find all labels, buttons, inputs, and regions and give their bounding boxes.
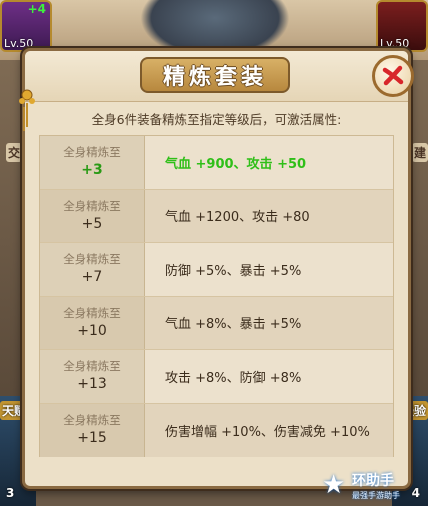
requirement-cell: 全身精炼至 +13 xyxy=(40,350,145,403)
requirement-level: +5 xyxy=(81,215,103,232)
dialog-title: 精炼套装 xyxy=(162,65,267,90)
close-icon xyxy=(382,65,404,86)
left-tab[interactable]: 交 xyxy=(6,143,23,162)
count-left: 3 xyxy=(6,486,15,500)
equipment-slot-left[interactable]: +4 Lv.50 xyxy=(0,0,52,52)
requirement-label: 全身精炼至 xyxy=(63,305,121,320)
requirement-label: 全身精炼至 xyxy=(63,145,121,160)
watermark-main: 环助手 xyxy=(352,472,394,489)
requirement-label: 全身精炼至 xyxy=(63,198,121,213)
bonus-effect: 气血 +8%、暴击 +5% xyxy=(165,317,302,333)
requirement-label: 全身精炼至 xyxy=(63,252,121,267)
bonus-effect: 防御 +5%、暴击 +5% xyxy=(165,263,302,279)
table-row: 全身精炼至 +10 气血 +8%、暴击 +5% xyxy=(40,296,393,350)
table-row: 全身精炼至 +15 伤害增幅 +10%、伤害减免 +10% xyxy=(40,403,393,457)
requirement-cell: 全身精炼至 +15 xyxy=(40,403,145,457)
table-row: 全身精炼至 +13 攻击 +8%、防御 +8% xyxy=(40,350,393,404)
title-plate: 精炼套装 xyxy=(140,57,290,93)
requirement-level: +13 xyxy=(77,376,107,393)
requirement-label: 全身精炼至 xyxy=(63,413,121,428)
bonus-effect: 气血 +1200、攻击 +80 xyxy=(165,210,310,226)
requirement-label: 全身精炼至 xyxy=(63,359,121,374)
requirement-level: +15 xyxy=(77,430,107,447)
bonus-effect: 攻击 +8%、防御 +8% xyxy=(165,370,302,386)
requirement-cell: 全身精炼至 +3 xyxy=(40,136,145,189)
dialog-description: 全身6件装备精炼至指定等级后，可激活属性: xyxy=(91,112,342,127)
slot-plus: +4 xyxy=(27,2,46,16)
requirement-cell: 全身精炼至 +7 xyxy=(40,243,145,296)
table-row: 全身精炼至 +7 防御 +5%、暴击 +5% xyxy=(40,243,393,297)
close-button[interactable] xyxy=(372,55,414,97)
requirement-cell: 全身精炼至 +10 xyxy=(40,296,145,349)
bonus-effect: 气血 +900、攻击 +50 xyxy=(165,156,307,172)
table-row: 全身精炼至 +3 气血 +900、攻击 +50 xyxy=(40,136,393,190)
table-row: 全身精炼至 +5 气血 +1200、攻击 +80 xyxy=(40,189,393,243)
requirement-level: +7 xyxy=(81,269,103,286)
star-logo-icon: ★ xyxy=(322,470,346,500)
refine-bonus-table: 全身精炼至 +3 气血 +900、攻击 +50 全身精炼至 +5 气血 +120… xyxy=(39,135,394,457)
refine-set-dialog: 精炼套装 全身6件装备精炼至指定等级后，可激活属性: 全身精炼至 +3 气血 +… xyxy=(19,48,414,489)
bonus-effect: 伤害增幅 +10%、伤害减免 +10% xyxy=(165,424,370,440)
watermark-logo: ★ 环助手 最强手游助手 xyxy=(322,468,422,502)
right-tab[interactable]: 建 xyxy=(411,143,428,162)
watermark-sub: 最强手游助手 xyxy=(352,490,400,500)
dialog-title-bar: 精炼套装 xyxy=(25,51,414,102)
requirement-level: +3 xyxy=(81,162,103,179)
requirement-level: +10 xyxy=(77,322,107,339)
requirement-cell: 全身精炼至 +5 xyxy=(40,189,145,242)
equipment-slot-right[interactable]: Lv.50 xyxy=(376,0,428,52)
